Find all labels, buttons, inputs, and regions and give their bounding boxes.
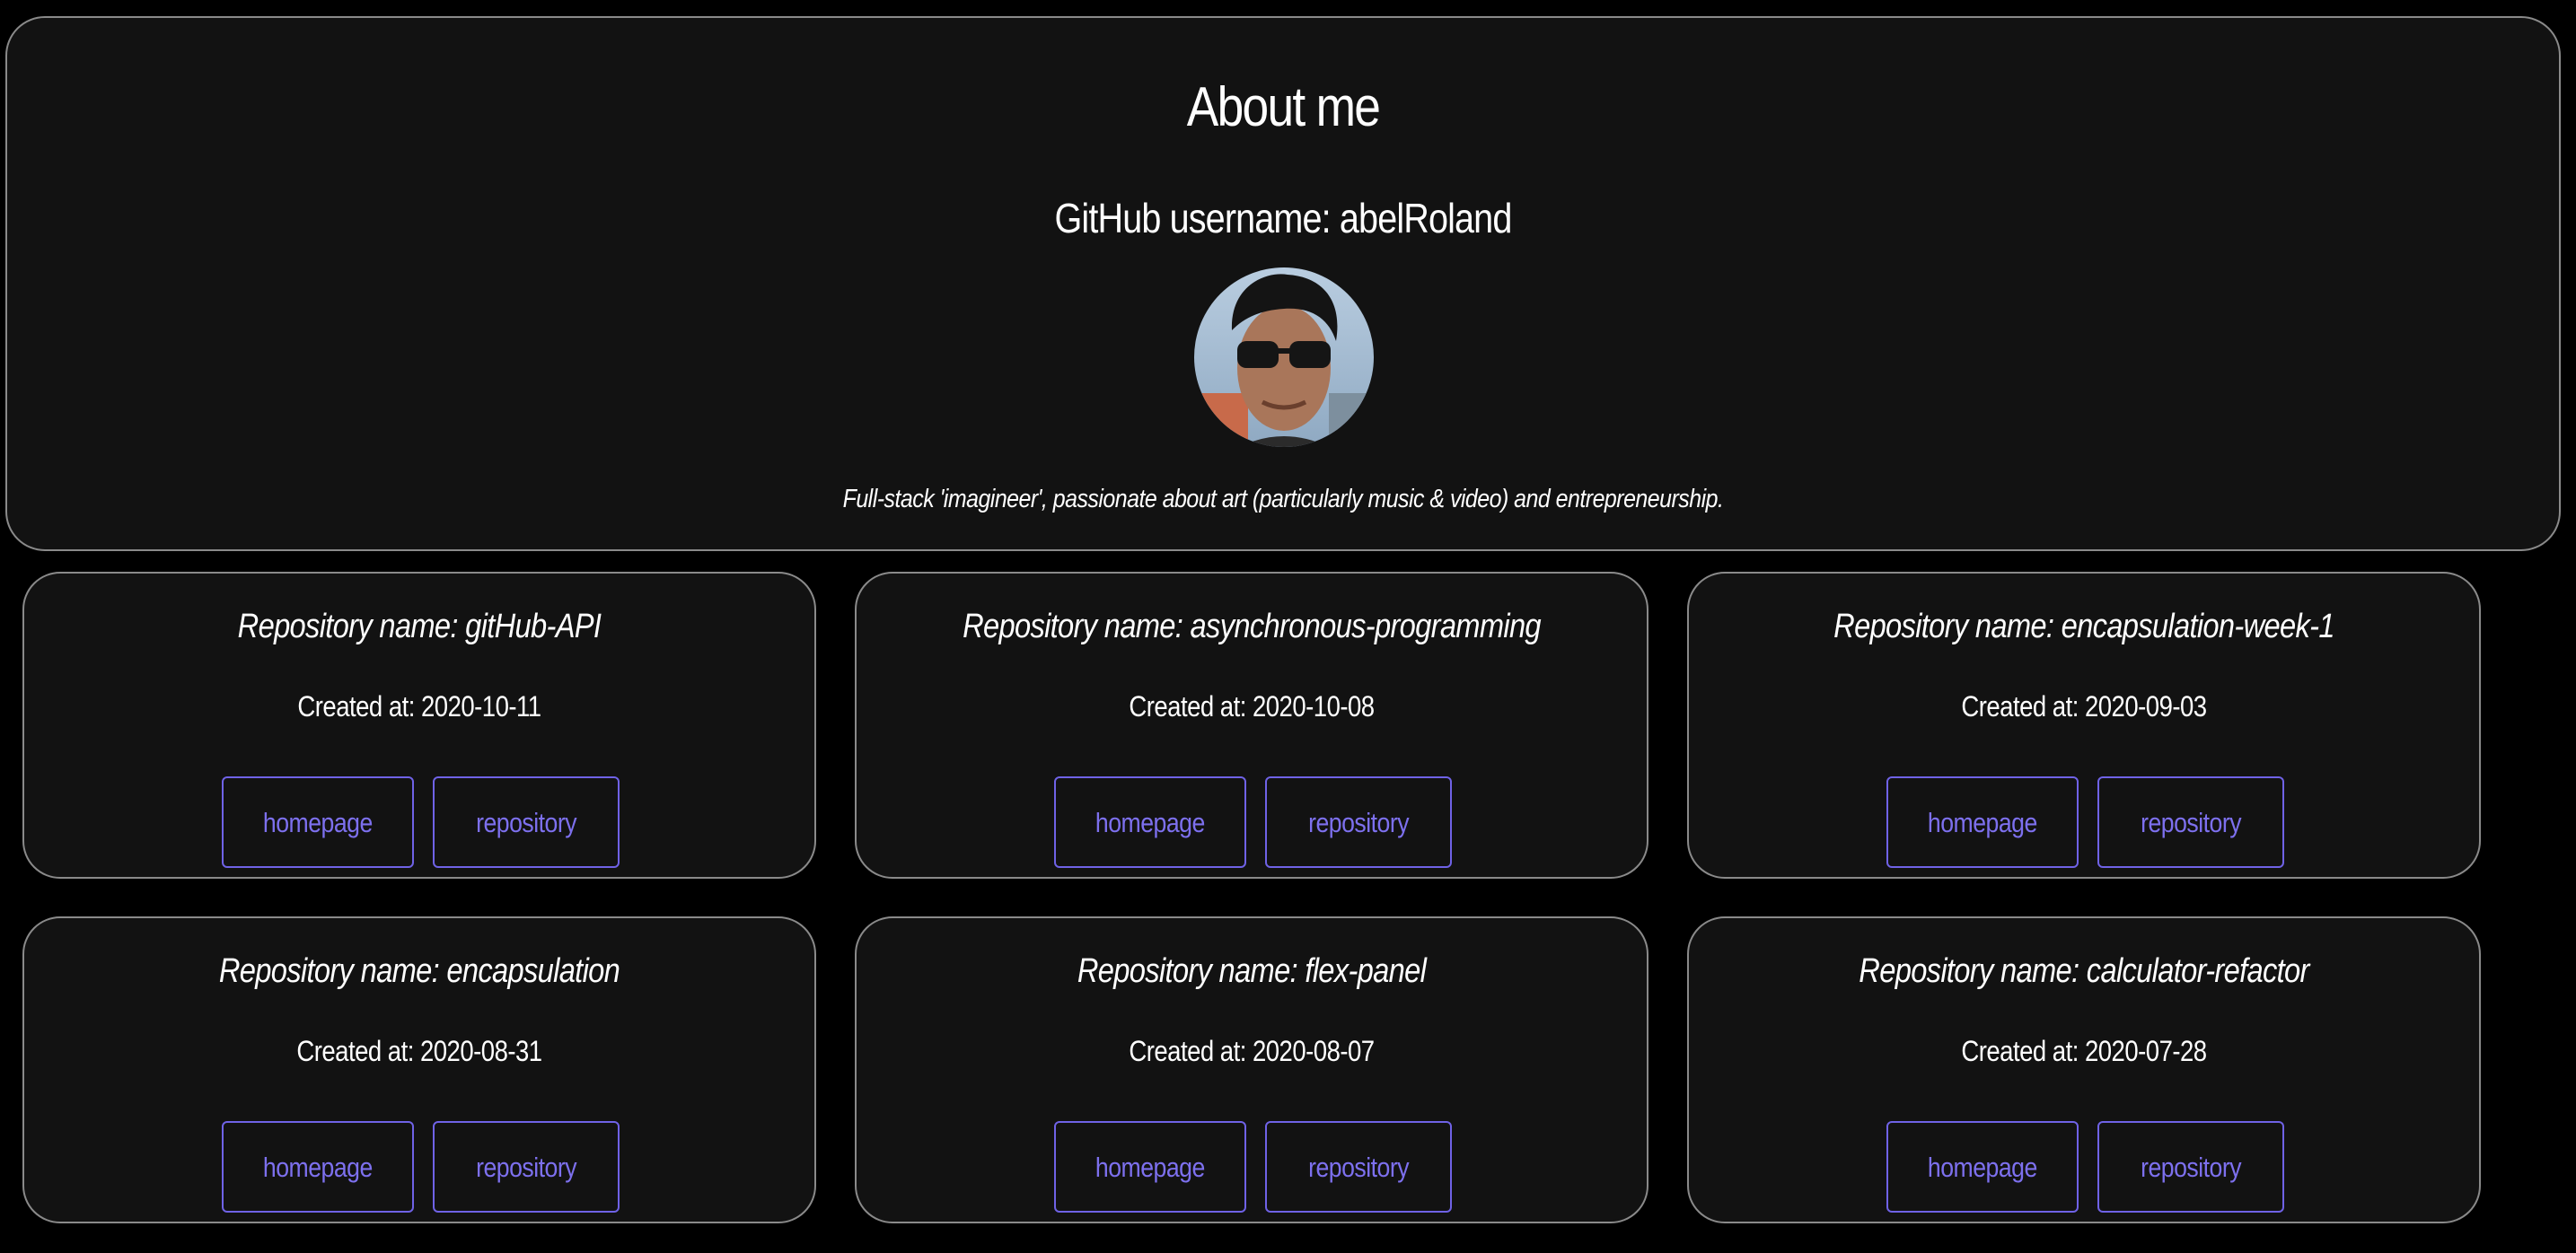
homepage-button[interactable]: homepage [1054,776,1246,868]
repository-button-label: repository [476,1152,576,1183]
repository-button-label: repository [1308,807,1409,838]
homepage-button-label: homepage [263,1152,373,1183]
repository-links: homepage repository [857,776,1647,870]
repository-button-label: repository [476,807,576,838]
repository-button[interactable]: repository [433,1121,620,1213]
repository-name: Repository name: encapsulation-week-1 [1833,608,2334,645]
repository-button-label: repository [2141,1152,2241,1183]
repository-button[interactable]: repository [2097,776,2284,868]
page: About me GitHub username: abelRoland Ful… [0,0,2576,1253]
homepage-button-label: homepage [1095,807,1205,838]
repository-created-date: Created at: 2020-08-07 [1129,1035,1375,1067]
repository-button-label: repository [1308,1152,1409,1183]
homepage-button-label: homepage [263,807,373,838]
repository-name: Repository name: flex-panel [1077,952,1427,990]
repository-name: Repository name: encapsulation [218,952,620,990]
repository-links: homepage repository [24,1121,814,1214]
repository-created-date: Created at: 2020-10-11 [297,690,541,723]
repository-card: Repository name: asynchronous-programmin… [855,572,1648,879]
homepage-button[interactable]: homepage [1886,1121,2079,1213]
repository-button[interactable]: repository [1265,1121,1452,1213]
repository-card: Repository name: calculator-refactor Cre… [1687,916,2481,1223]
repository-links: homepage repository [24,776,814,870]
repository-created-date: Created at: 2020-10-08 [1129,690,1375,723]
repository-created-date: Created at: 2020-08-31 [296,1035,542,1067]
repository-name: Repository name: calculator-refactor [1859,952,2309,990]
repository-card: Repository name: encapsulation-week-1 Cr… [1687,572,2481,879]
repository-button[interactable]: repository [1265,776,1452,868]
repository-card: Repository name: encapsulation Created a… [22,916,816,1223]
repository-card: Repository name: flex-panel Created at: … [855,916,1648,1223]
homepage-button-label: homepage [1095,1152,1205,1183]
homepage-button[interactable]: homepage [1886,776,2079,868]
repository-created-date: Created at: 2020-07-28 [1961,1035,2207,1067]
repository-name: Repository name: asynchronous-programmin… [963,608,1542,645]
homepage-button-label: homepage [1928,1152,2037,1183]
homepage-button[interactable]: homepage [1054,1121,1246,1213]
repository-links: homepage repository [1689,776,2479,870]
homepage-button[interactable]: homepage [222,1121,414,1213]
repository-name: Repository name: gitHub-API [237,608,602,645]
homepage-button[interactable]: homepage [222,776,414,868]
repository-links: homepage repository [1689,1121,2479,1214]
repository-card: Repository name: gitHub-API Created at: … [22,572,816,879]
repository-button-label: repository [2141,807,2241,838]
repository-button[interactable]: repository [433,776,620,868]
repository-button[interactable]: repository [2097,1121,2284,1213]
repository-grid: Repository name: gitHub-API Created at: … [0,0,2576,1253]
homepage-button-label: homepage [1928,807,2037,838]
repository-created-date: Created at: 2020-09-03 [1961,690,2207,723]
repository-links: homepage repository [857,1121,1647,1214]
